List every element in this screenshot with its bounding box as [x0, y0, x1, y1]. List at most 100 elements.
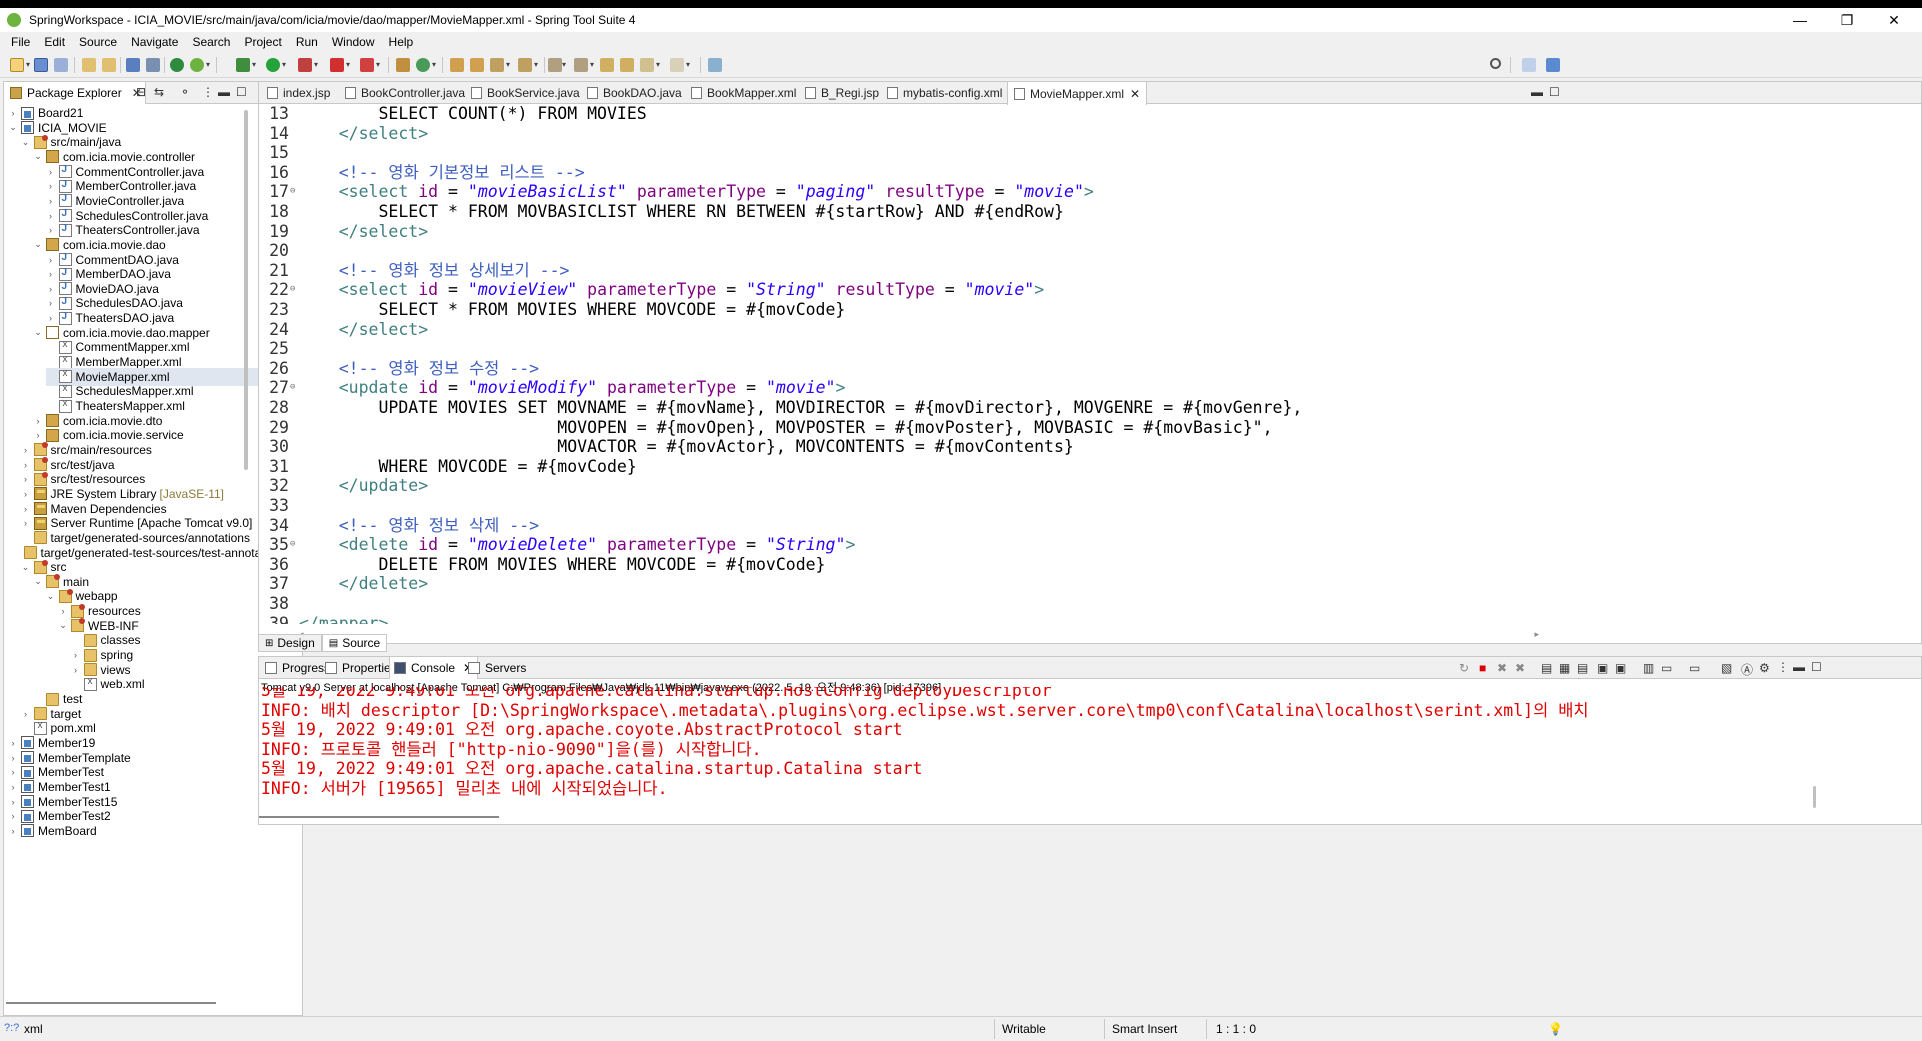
word-wrap-icon[interactable]: ▤	[1577, 661, 1588, 675]
gear-icon[interactable]: ⚙	[1759, 661, 1770, 675]
chevron-right-icon[interactable]: ›	[8, 811, 18, 821]
pin-editor-icon[interactable]	[708, 58, 722, 72]
chevron-right-icon[interactable]: ›	[46, 181, 56, 191]
minimize-view-icon[interactable]: ▬	[1531, 85, 1543, 99]
editor-tab[interactable]: BookMapper.xml	[685, 82, 802, 104]
forward-edit-icon[interactable]	[620, 58, 634, 72]
display-console-icon[interactable]: ▭	[1661, 661, 1672, 675]
filter-icon[interactable]: ⚬	[180, 85, 190, 99]
maximize-view-icon[interactable]: ☐	[1811, 660, 1822, 674]
open-type-icon[interactable]	[82, 58, 96, 72]
pen-icon[interactable]	[490, 58, 504, 72]
highlight-icon[interactable]: Ⓐ	[1741, 661, 1753, 678]
chevron-down-icon[interactable]: ▾	[376, 60, 380, 69]
minimize-view-icon[interactable]: ▬	[218, 85, 230, 99]
chevron-right-icon[interactable]: ›	[46, 211, 56, 221]
editor-tab[interactable]: mybatis-config.xml	[881, 82, 1008, 104]
chevron-right-icon[interactable]: ›	[8, 767, 18, 777]
chevron-right-icon[interactable]: ›	[46, 313, 56, 323]
tab-design[interactable]: ⊞ Design	[258, 634, 322, 652]
tree-hscrollbar[interactable]	[6, 1002, 216, 1004]
search-icon[interactable]	[1490, 58, 1501, 69]
menu-edit[interactable]: Edit	[37, 35, 72, 49]
menu-source[interactable]: Source	[72, 35, 124, 49]
maximize-view-icon[interactable]: ☐	[1549, 85, 1560, 99]
new-class-icon[interactable]	[416, 58, 430, 72]
chevron-down-icon[interactable]: ▾	[590, 60, 594, 69]
editor-hscrollbar[interactable]: ◂ ▸	[299, 629, 1539, 639]
close-window-button[interactable]: ✕	[1871, 8, 1917, 32]
chevron-right-icon[interactable]: ›	[8, 826, 18, 836]
console-vscrollbar[interactable]	[1813, 786, 1816, 808]
open-task-icon[interactable]	[470, 58, 484, 72]
menu-navigate[interactable]: Navigate	[124, 35, 185, 49]
fold-toggle-icon[interactable]: ⊖	[290, 280, 295, 300]
chevron-right-icon[interactable]: ›	[21, 489, 31, 499]
stop-icon[interactable]	[330, 58, 344, 72]
chevron-right-icon[interactable]: ›	[8, 108, 18, 118]
chevron-right-icon[interactable]: ›	[46, 269, 56, 279]
terminate-icon[interactable]: ■	[1479, 661, 1486, 675]
chevron-down-icon[interactable]: ⌄	[33, 327, 43, 338]
run-tools-icon[interactable]	[298, 58, 312, 72]
chevron-right-icon[interactable]: ›	[21, 504, 31, 514]
chevron-down-icon[interactable]: ▾	[346, 60, 350, 69]
tab-source[interactable]: ▤ Source	[321, 634, 388, 652]
console-output[interactable]: 5월 19, 2022 9:49:01 오전 org.apache.catali…	[259, 687, 1889, 817]
run-icon[interactable]	[266, 58, 280, 72]
scroll-right-icon[interactable]: ▸	[1534, 629, 1539, 640]
console-settings-icon[interactable]: ▧	[1721, 661, 1732, 675]
fold-toggle-icon[interactable]: ⊖	[290, 378, 295, 398]
new-java-package-icon[interactable]	[396, 58, 410, 72]
save-icon[interactable]	[34, 58, 48, 72]
chevron-down-icon[interactable]: ▾	[432, 60, 436, 69]
tree-item[interactable]: › MemBoard	[8, 822, 244, 840]
scroll-lock-icon[interactable]: ▦	[1559, 661, 1570, 675]
boot-dashboard-icon[interactable]	[170, 58, 184, 72]
chevron-right-icon[interactable]: ›	[46, 225, 56, 235]
menu-search[interactable]: Search	[185, 35, 237, 49]
chevron-right-icon[interactable]: ›	[21, 474, 31, 484]
editor-tab[interactable]: BookController.java	[339, 82, 471, 104]
maximize-view-icon[interactable]: ☐	[236, 85, 247, 99]
open-folder-icon[interactable]	[450, 58, 464, 72]
open-perspective-icon[interactable]	[1522, 58, 1536, 72]
tab-package-explorer[interactable]: Package Explorer ✕	[4, 82, 146, 104]
chevron-right-icon[interactable]: ›	[21, 460, 31, 470]
chevron-down-icon[interactable]: ⌄	[33, 151, 43, 162]
chevron-down-icon[interactable]: ⌄	[58, 620, 68, 631]
menu-window[interactable]: Window	[325, 35, 382, 49]
view-menu-icon[interactable]: ⋮	[202, 85, 214, 99]
console-icon[interactable]	[126, 58, 140, 72]
pin-console-icon[interactable]: ▥	[1643, 661, 1654, 675]
remove-launch-icon[interactable]: ✖	[1497, 661, 1507, 675]
chevron-right-icon[interactable]: ›	[21, 518, 31, 528]
collapse-all-icon[interactable]: ⊟	[136, 85, 146, 99]
chevron-right-icon[interactable]: ›	[46, 298, 56, 308]
view-menu-icon[interactable]: ⋮	[1777, 660, 1789, 674]
editor-tab[interactable]: B_Regi.jsp	[799, 82, 885, 104]
spring-icon[interactable]	[190, 58, 204, 72]
menu-run[interactable]: Run	[289, 35, 325, 49]
clear-console-icon[interactable]: ▤	[1541, 661, 1552, 675]
save-all-icon[interactable]	[54, 58, 68, 72]
show-stdout-icon[interactable]: ▣	[1597, 661, 1608, 675]
java-perspective-icon[interactable]	[1546, 58, 1560, 72]
chevron-right-icon[interactable]: ›	[8, 797, 18, 807]
fold-toggle-icon[interactable]: ⊖	[290, 182, 295, 202]
chevron-right-icon[interactable]: ›	[21, 709, 31, 719]
debug-icon[interactable]	[236, 58, 250, 72]
next-annotation-icon[interactable]	[548, 58, 562, 72]
editor-tab[interactable]: MovieMapper.xml ✕	[1007, 82, 1148, 105]
chevron-right-icon[interactable]: ›	[21, 445, 31, 455]
open-resource-icon[interactable]	[102, 58, 116, 72]
chevron-right-icon[interactable]: ›	[33, 430, 43, 440]
chevron-right-icon[interactable]: ›	[8, 738, 18, 748]
chevron-right-icon[interactable]: ›	[46, 196, 56, 206]
chevron-down-icon[interactable]: ⌄	[21, 562, 31, 573]
chevron-down-icon[interactable]: ▾	[562, 60, 566, 69]
notification-icon[interactable]: 💡	[1548, 1022, 1563, 1036]
tree-scrollbar[interactable]	[244, 110, 248, 470]
chevron-right-icon[interactable]: ›	[71, 650, 81, 660]
minimize-view-icon[interactable]: ▬	[1793, 660, 1805, 674]
